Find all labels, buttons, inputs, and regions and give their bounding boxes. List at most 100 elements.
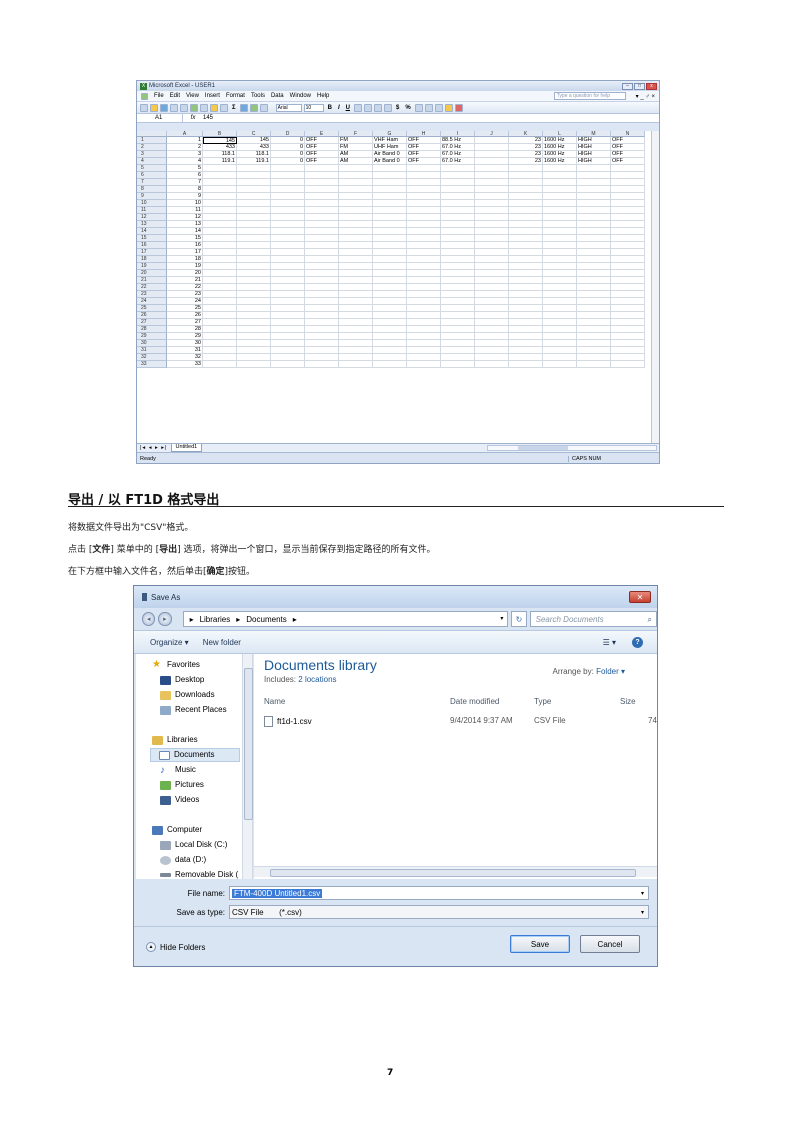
cell[interactable] bbox=[271, 340, 305, 347]
cell[interactable] bbox=[577, 312, 611, 319]
cell[interactable] bbox=[373, 312, 407, 319]
cell[interactable] bbox=[203, 291, 237, 298]
nav-computer[interactable]: Computer bbox=[152, 823, 202, 837]
cell[interactable] bbox=[373, 207, 407, 214]
cell[interactable] bbox=[441, 221, 475, 228]
cell[interactable] bbox=[373, 263, 407, 270]
open-icon[interactable] bbox=[150, 103, 158, 112]
locations-link[interactable]: 2 locations bbox=[298, 675, 336, 684]
align-right-icon[interactable] bbox=[373, 103, 382, 112]
cell[interactable] bbox=[577, 263, 611, 270]
cell[interactable]: 1 bbox=[167, 137, 203, 144]
cell[interactable] bbox=[373, 200, 407, 207]
cell[interactable] bbox=[237, 305, 271, 312]
row-header[interactable]: 20 bbox=[137, 270, 167, 277]
cell[interactable] bbox=[271, 312, 305, 319]
refresh-button[interactable]: ↻ bbox=[511, 611, 527, 627]
cell[interactable] bbox=[407, 263, 441, 270]
cell[interactable] bbox=[339, 291, 373, 298]
menu-edit[interactable]: Edit bbox=[170, 93, 180, 99]
cell[interactable] bbox=[339, 284, 373, 291]
chevron-down-icon[interactable]: ▾ bbox=[641, 909, 644, 916]
row-header[interactable]: 31 bbox=[137, 347, 167, 354]
cell[interactable]: 14 bbox=[167, 228, 203, 235]
cell[interactable] bbox=[407, 333, 441, 340]
cell[interactable]: 24 bbox=[167, 298, 203, 305]
cell[interactable] bbox=[373, 221, 407, 228]
cell[interactable]: OFF bbox=[611, 137, 645, 144]
address-dropdown-icon[interactable]: ▾ bbox=[500, 612, 503, 627]
row-header[interactable]: 33 bbox=[137, 361, 167, 368]
cell[interactable]: 23 bbox=[509, 151, 543, 158]
indent-icon[interactable] bbox=[424, 103, 433, 112]
cell[interactable] bbox=[271, 200, 305, 207]
cell[interactable] bbox=[509, 298, 543, 305]
nav-local-disk[interactable]: Local Disk (C:) bbox=[160, 838, 227, 852]
cell[interactable]: FM bbox=[339, 137, 373, 144]
search-icon[interactable]: ⌕ bbox=[648, 612, 652, 626]
cell[interactable] bbox=[271, 214, 305, 221]
nav-downloads[interactable]: Downloads bbox=[160, 688, 215, 702]
cell[interactable] bbox=[509, 249, 543, 256]
cell[interactable] bbox=[441, 312, 475, 319]
cell[interactable]: 26 bbox=[167, 312, 203, 319]
cell[interactable] bbox=[509, 347, 543, 354]
chevron-down-icon[interactable]: ▾ bbox=[641, 890, 644, 897]
cell[interactable]: 17 bbox=[167, 249, 203, 256]
cell[interactable] bbox=[271, 228, 305, 235]
cell[interactable] bbox=[305, 298, 339, 305]
cell[interactable]: 0 bbox=[271, 137, 305, 144]
cell[interactable] bbox=[237, 354, 271, 361]
cell[interactable] bbox=[305, 333, 339, 340]
cell[interactable] bbox=[577, 284, 611, 291]
cell[interactable] bbox=[475, 193, 509, 200]
cell[interactable] bbox=[305, 186, 339, 193]
cell[interactable]: 0 bbox=[271, 151, 305, 158]
cell[interactable] bbox=[339, 249, 373, 256]
zoom-icon[interactable] bbox=[259, 103, 268, 112]
cell[interactable] bbox=[203, 298, 237, 305]
cell[interactable] bbox=[577, 277, 611, 284]
cell[interactable] bbox=[271, 249, 305, 256]
cell[interactable] bbox=[339, 242, 373, 249]
cell[interactable] bbox=[509, 340, 543, 347]
cell[interactable]: 18 bbox=[167, 256, 203, 263]
cell[interactable] bbox=[305, 354, 339, 361]
cell[interactable] bbox=[543, 200, 577, 207]
cell[interactable] bbox=[611, 172, 645, 179]
cell[interactable]: 4 bbox=[167, 158, 203, 165]
cell[interactable]: 15 bbox=[167, 235, 203, 242]
cell[interactable] bbox=[611, 193, 645, 200]
row-header[interactable]: 28 bbox=[137, 326, 167, 333]
row-header[interactable]: 12 bbox=[137, 214, 167, 221]
cell[interactable] bbox=[475, 172, 509, 179]
cell[interactable]: 0 bbox=[271, 158, 305, 165]
cell[interactable] bbox=[339, 333, 373, 340]
cell[interactable] bbox=[543, 284, 577, 291]
new-folder-button[interactable]: New folder bbox=[203, 638, 241, 647]
cell[interactable] bbox=[475, 221, 509, 228]
cell[interactable] bbox=[543, 256, 577, 263]
cell[interactable] bbox=[203, 340, 237, 347]
cell[interactable] bbox=[509, 172, 543, 179]
cell[interactable] bbox=[577, 305, 611, 312]
cell[interactable] bbox=[271, 256, 305, 263]
cell[interactable] bbox=[475, 200, 509, 207]
cell[interactable] bbox=[407, 277, 441, 284]
cell[interactable] bbox=[305, 214, 339, 221]
cell[interactable] bbox=[373, 186, 407, 193]
row-header[interactable]: 15 bbox=[137, 235, 167, 242]
cell[interactable] bbox=[407, 298, 441, 305]
cell[interactable] bbox=[339, 165, 373, 172]
cell[interactable]: 1600 Hz bbox=[543, 158, 577, 165]
cell[interactable] bbox=[441, 179, 475, 186]
cell[interactable]: 119.1 bbox=[203, 158, 237, 165]
cell[interactable] bbox=[339, 193, 373, 200]
cell[interactable] bbox=[271, 172, 305, 179]
cell[interactable]: 433 bbox=[237, 144, 271, 151]
cell[interactable] bbox=[441, 263, 475, 270]
nav-recent-places[interactable]: Recent Places bbox=[160, 703, 227, 717]
cell[interactable] bbox=[577, 235, 611, 242]
search-input[interactable]: Search Documents ⌕ bbox=[529, 611, 657, 627]
cell[interactable] bbox=[305, 312, 339, 319]
